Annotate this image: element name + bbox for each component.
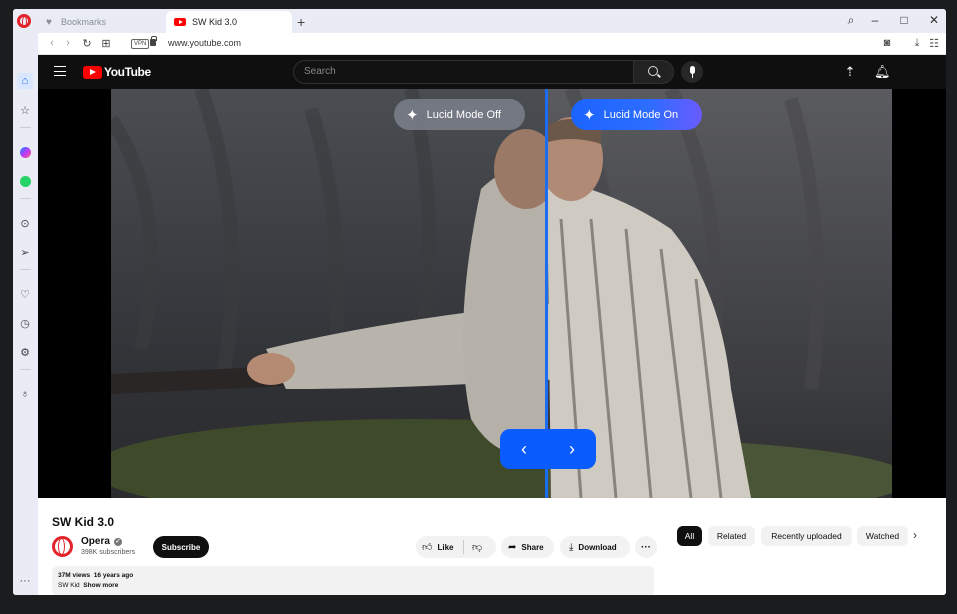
video-frame: ✦ Lucid Mode Off ✦ Lucid Mode On ‹ › [111,89,892,498]
opera-sidebar: ⌂ ☆ ⊙ ➢ ♡ ◷ ⚙ ♁ ··· [13,55,38,595]
history-icon[interactable]: ◷ [17,315,33,331]
upload-age: 16 years ago [93,572,134,579]
chip-related[interactable]: Related [708,526,755,546]
new-tab-button[interactable]: + [297,14,305,30]
subscriber-count: 398K subscribers [81,549,136,556]
description-box[interactable]: 37M views 16 years ago SW Kid Show more [52,566,654,595]
address-bar: ‹ › ↻ ⊞ VPN www.youtube.com ◙ ⤓ ☷ [38,33,946,55]
heart-icon: ♥ [46,16,52,28]
chevron-left-icon[interactable]: ‹ [521,439,527,460]
youtube-page: YouTube Search ⇡ 🔔︎ ✦ Lucid Mode Off ✦ L… [38,55,946,595]
share-icon: ➦ [508,541,517,553]
whatsapp-icon[interactable] [17,173,33,189]
download-button[interactable]: ⤓ Download [560,536,630,558]
youtube-icon [174,16,186,28]
like-button[interactable]: 👍︎ Like 👎︎ [416,536,496,558]
tab-strip: ♥ Bookmarks SW Kid 3.0 + ⌕ – □ ✕ [13,9,946,33]
youtube-play-icon [83,65,102,79]
search-input[interactable]: Search [293,60,634,84]
thumbs-up-icon: 👍︎ [422,542,433,553]
minimize-icon[interactable]: – [867,13,883,27]
channel-avatar[interactable] [52,536,73,557]
player-icon[interactable]: ⊙ [17,215,33,231]
tab-bookmarks[interactable]: ♥ Bookmarks [35,11,163,33]
lock-icon[interactable] [150,36,157,46]
chevron-right-icon[interactable]: › [569,439,575,460]
url-field[interactable]: www.youtube.com [168,38,241,48]
chevron-right-icon[interactable]: › [913,528,917,542]
sparkle-icon: ✦ [583,106,596,124]
notifications-icon[interactable]: 🔔︎ [874,64,891,80]
lucid-mode-off-label: ✦ Lucid Mode Off [394,99,525,130]
browser-window: ♥ Bookmarks SW Kid 3.0 + ⌕ – □ ✕ ‹ › ↻ ⊞… [13,9,946,595]
send-icon[interactable]: ➢ [17,244,33,260]
opera-menu-icon[interactable] [17,14,31,28]
chip-watched[interactable]: Watched [857,526,908,546]
tab-label: SW Kid 3.0 [192,17,238,27]
snapshot-icon[interactable]: ◙ [880,37,894,49]
thumbs-down-icon[interactable]: 👎︎ [472,541,482,553]
share-button[interactable]: ➦ Share [501,536,554,558]
voice-search-icon[interactable] [681,61,703,83]
star-icon[interactable]: ☆ [17,102,33,118]
view-count: 37M views [58,572,91,579]
tab-label: Bookmarks [61,17,107,27]
settings-icon[interactable]: ⚙ [17,344,33,360]
description-text: SW Kid [58,582,80,589]
subscribe-button[interactable]: Subscribe [153,536,209,558]
video-title: SW Kid 3.0 [52,515,115,529]
comparison-slider-handle[interactable]: ‹ › [500,429,596,469]
speed-dial-icon[interactable]: ⊞ [99,37,113,50]
menu-icon[interactable] [54,66,66,76]
vpn-badge[interactable]: VPN [131,39,150,49]
lightbulb-icon[interactable]: ♁ [17,386,33,402]
forward-icon[interactable]: › [61,37,75,49]
more-actions-button[interactable]: ··· [635,536,657,558]
search-icon [648,66,658,76]
messenger-icon[interactable] [17,144,33,160]
chip-all[interactable]: All [677,526,702,546]
upload-icon[interactable]: ⇡ [843,64,857,80]
search-button[interactable] [634,60,674,84]
tab-sw-kid[interactable]: SW Kid 3.0 [166,11,292,33]
search-tabs-icon[interactable]: ⌕ [843,13,859,28]
chip-recently-uploaded[interactable]: Recently uploaded [761,526,852,546]
downloads-icon[interactable]: ⤓ [910,37,924,50]
youtube-logo[interactable]: YouTube [83,65,151,79]
close-icon[interactable]: ✕ [926,13,942,27]
verified-icon: ✓ [113,537,122,546]
video-player[interactable]: ✦ Lucid Mode Off ✦ Lucid Mode On ‹ › [38,89,946,498]
sparkle-icon: ✦ [406,106,419,124]
maximize-icon[interactable]: □ [896,13,912,27]
youtube-header: YouTube Search ⇡ 🔔︎ [38,55,946,89]
reload-icon[interactable]: ↻ [80,37,94,50]
lucid-mode-on-label: ✦ Lucid Mode On [571,99,702,130]
download-icon: ⤓ [569,541,574,553]
easy-setup-icon[interactable]: ☷ [927,37,941,50]
heart-icon[interactable]: ♡ [17,286,33,302]
show-more-link[interactable]: Show more [83,582,118,589]
more-icon[interactable]: ··· [17,573,33,589]
back-icon[interactable]: ‹ [45,37,59,49]
channel-name[interactable]: Opera ✓ [81,536,122,547]
home-icon[interactable]: ⌂ [17,73,33,89]
